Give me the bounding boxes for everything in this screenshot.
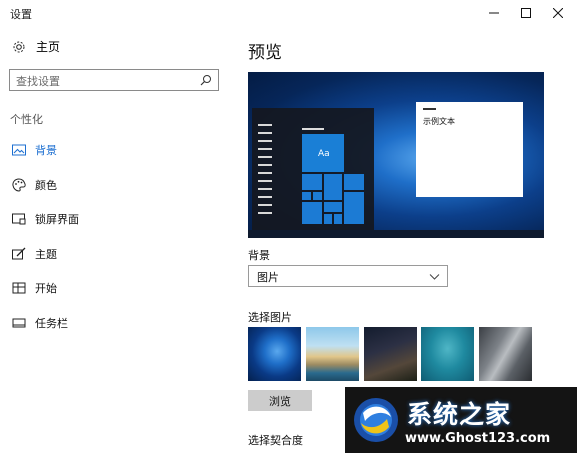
- sidebar-item-themes[interactable]: 主题: [0, 242, 235, 266]
- sidebar-item-label: 主题: [35, 248, 57, 261]
- sidebar-item-label: 开始: [35, 282, 57, 295]
- lock-screen-icon: [11, 211, 27, 227]
- choose-picture-label: 选择图片: [248, 311, 292, 324]
- search-icon[interactable]: [200, 74, 212, 86]
- start-menu-icon: [11, 280, 27, 296]
- background-dropdown[interactable]: 图片: [248, 265, 448, 287]
- browse-button[interactable]: 浏览: [248, 390, 312, 411]
- gear-icon: [13, 41, 25, 52]
- window-title: 设置: [10, 8, 32, 21]
- preview-sample-text: 示例文本: [423, 117, 455, 126]
- sidebar-item-label: 颜色: [35, 179, 57, 192]
- sidebar-item-label: 背景: [35, 144, 57, 157]
- watermark: 系统之家 www.Ghost123.com: [345, 387, 577, 453]
- picture-thumbnail-2[interactable]: [306, 327, 359, 381]
- preview-app-list: [258, 124, 272, 224]
- watermark-logo: [354, 398, 398, 442]
- preview-tile-text: Aa: [318, 149, 330, 159]
- preview-window: 示例文本: [416, 102, 523, 197]
- watermark-url: www.Ghost123.com: [405, 431, 551, 446]
- preview-tile: Aa: [302, 134, 344, 172]
- image-icon: [11, 142, 27, 158]
- maximize-icon: [520, 8, 531, 18]
- picture-thumbnail-4[interactable]: [421, 327, 474, 381]
- minimize-icon: [488, 12, 499, 14]
- preview-window-line: [423, 108, 436, 110]
- sidebar-item-lock-screen[interactable]: 锁屏界面: [0, 207, 235, 231]
- sidebar-item-colors[interactable]: 颜色: [0, 173, 235, 197]
- background-preview: Aa 示例文本: [248, 72, 544, 238]
- sidebar-item-taskbar[interactable]: 任务栏: [0, 311, 235, 335]
- sidebar-item-background[interactable]: 背景: [0, 138, 235, 162]
- title-bar: 设置: [0, 0, 577, 30]
- home-label: 主页: [36, 40, 61, 54]
- preview-tiles: [302, 174, 364, 224]
- palette-icon: [11, 177, 27, 193]
- search-input[interactable]: 查找设置: [16, 73, 60, 89]
- choose-fit-label: 选择契合度: [248, 434, 303, 447]
- sidebar-item-label: 任务栏: [35, 317, 68, 330]
- close-icon: [552, 8, 563, 18]
- sidebar-item-start[interactable]: 开始: [0, 276, 235, 300]
- page-title: 预览: [248, 43, 282, 63]
- preview-taskbar: [248, 230, 544, 238]
- maximize-button[interactable]: [509, 0, 542, 26]
- watermark-title: 系统之家: [407, 400, 512, 429]
- minimize-button[interactable]: [477, 0, 510, 26]
- close-button[interactable]: [541, 0, 574, 26]
- background-label: 背景: [248, 249, 270, 262]
- search-box[interactable]: 查找设置: [9, 69, 219, 91]
- sidebar-item-label: 锁屏界面: [35, 213, 79, 226]
- picture-thumbnail-3[interactable]: [364, 327, 417, 381]
- sidebar-home[interactable]: 主页: [12, 38, 60, 55]
- section-personalization: 个性化: [10, 113, 43, 126]
- taskbar-icon: [11, 315, 27, 331]
- brush-icon: [11, 246, 27, 262]
- preview-line: [302, 128, 324, 130]
- chevron-down-icon: [429, 274, 440, 280]
- picture-thumbnail-1[interactable]: [248, 327, 301, 381]
- picture-thumbnail-5[interactable]: [479, 327, 532, 381]
- background-dropdown-value: 图片: [257, 271, 279, 284]
